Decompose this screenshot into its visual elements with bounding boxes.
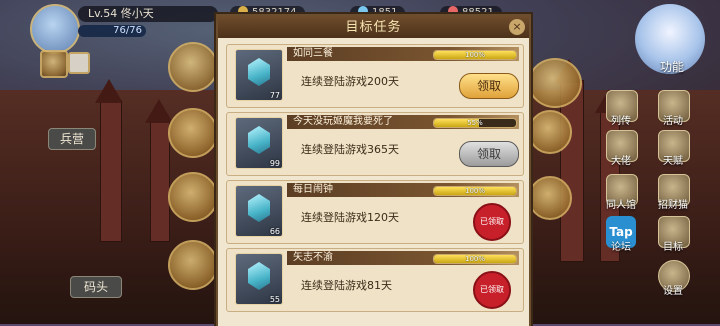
- task-item: 77 如同三餐 100% 连续登陆游戏200天 领取: [226, 44, 524, 108]
- right-event-icon[interactable]: [528, 110, 572, 154]
- reward-count: 99: [269, 159, 280, 168]
- reward-count: 77: [269, 91, 280, 100]
- menu-label-lucky-cat[interactable]: 招财猫: [653, 196, 693, 211]
- reward-item-slot[interactable]: 66: [235, 185, 283, 237]
- guild-icon[interactable]: [168, 42, 218, 92]
- task-progress-bar: 55%: [433, 118, 517, 128]
- barracks-button[interactable]: 兵营: [48, 128, 96, 150]
- task-progress-bar: 100%: [433, 254, 517, 264]
- task-progress-bar: 100%: [433, 50, 517, 60]
- task-name: 今天没玩姬魔我要死了: [293, 116, 393, 127]
- reward-item-slot[interactable]: 55: [235, 253, 283, 305]
- reward-item-slot[interactable]: 77: [235, 49, 283, 101]
- claimed-stamp: 已领取: [473, 203, 511, 241]
- menu-label-events[interactable]: 活动: [653, 112, 693, 127]
- mvp-badge-icon[interactable]: [528, 58, 582, 108]
- reward-item-slot[interactable]: 99: [235, 117, 283, 169]
- task-description: 连续登陆游戏365天: [301, 143, 399, 156]
- progress-text: 100%: [464, 51, 485, 59]
- task-name: 每日闹钟: [293, 184, 333, 195]
- close-button[interactable]: ×: [509, 19, 525, 35]
- task-name: 如同三餐: [293, 48, 333, 59]
- task-header: 如同三餐 100%: [287, 47, 519, 61]
- crystal-reward-icon: [248, 262, 270, 290]
- claim-button-disabled[interactable]: 领取: [459, 141, 519, 167]
- menu-label-target[interactable]: 目标: [653, 238, 693, 253]
- task-description: 连续登陆游戏120天: [301, 211, 399, 224]
- task-name: 矢志不渝: [293, 252, 333, 263]
- crystal-reward-icon: [248, 58, 270, 86]
- right-shop-icon[interactable]: [528, 176, 572, 220]
- progress-text: 55%: [467, 119, 483, 127]
- player-avatar[interactable]: [30, 4, 80, 54]
- shield-sword-icon[interactable]: [168, 172, 218, 222]
- player-level: Lv.54 佟小天: [78, 6, 218, 22]
- left-emblem-icon[interactable]: [40, 50, 68, 78]
- crystal-reward-icon: [248, 126, 270, 154]
- menu-label-fan-hall[interactable]: 同人馆: [601, 196, 641, 211]
- progress-text: 100%: [464, 255, 485, 263]
- reward-count: 55: [269, 295, 280, 304]
- modal-title: 目标任务: [345, 20, 402, 35]
- dice-icon[interactable]: [68, 52, 90, 74]
- progress-text: 100%: [464, 187, 485, 195]
- menu-label-talent[interactable]: 天赋: [653, 152, 693, 167]
- task-item: 66 每日闹钟 100% 连续登陆游戏120天 已领取: [226, 180, 524, 244]
- crystal-reward-icon: [248, 194, 270, 222]
- modal-title-bar: 目标任务: [218, 16, 529, 38]
- task-header: 今天没玩姬魔我要死了 55%: [287, 115, 519, 129]
- claimed-stamp: 已领取: [473, 271, 511, 309]
- hammer-icon[interactable]: [168, 240, 218, 290]
- menu-label-forum[interactable]: 论坛: [601, 238, 641, 253]
- dock-button[interactable]: 码头: [70, 276, 122, 298]
- menu-label-settings[interactable]: 设置: [653, 282, 693, 297]
- claim-button[interactable]: 领取: [459, 73, 519, 99]
- task-header: 每日闹钟 100%: [287, 183, 519, 197]
- winner-badge-icon[interactable]: [168, 108, 218, 158]
- menu-label-biography[interactable]: 列传: [601, 112, 641, 127]
- task-header: 矢志不渝 100%: [287, 251, 519, 265]
- reward-count: 66: [269, 227, 280, 236]
- target-task-modal: 目标任务 × 77 如同三餐 100% 连续登陆游戏200天 领取 99 今天没…: [216, 14, 531, 326]
- player-energy: 76/76: [78, 25, 146, 37]
- task-item: 99 今天没玩姬魔我要死了 55% 连续登陆游戏365天 领取: [226, 112, 524, 176]
- task-description: 连续登陆游戏200天: [301, 75, 399, 88]
- task-description: 连续登陆游戏81天: [301, 279, 392, 292]
- task-item: 55 矢志不渝 100% 连续登陆游戏81天 已领取: [226, 248, 524, 312]
- task-progress-bar: 100%: [433, 186, 517, 196]
- menu-label-boss[interactable]: 大佬: [601, 152, 641, 167]
- functions-label[interactable]: 功能: [660, 58, 684, 75]
